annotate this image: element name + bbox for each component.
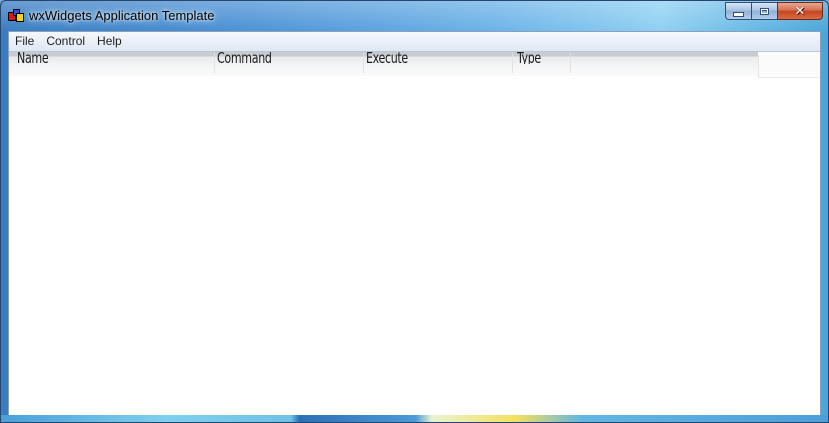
menu-file[interactable]: File (9, 32, 40, 51)
list-view[interactable]: Name Command Execute Type (9, 52, 820, 415)
column-header-name[interactable]: Name (17, 52, 207, 64)
column-header-type[interactable]: Type (517, 52, 569, 64)
column-header-name-label: Name (17, 52, 49, 64)
close-button[interactable]: ✕ (777, 2, 823, 20)
minimize-icon (733, 11, 744, 17)
list-header: Name Command Execute Type (9, 52, 758, 76)
app-icon-yellow-square (16, 13, 24, 22)
column-header-command-label: Command (217, 52, 272, 64)
column-header-execute[interactable]: Execute (366, 52, 506, 64)
minimize-button[interactable] (725, 2, 751, 20)
maximize-icon (760, 7, 769, 15)
client-area: File Control Help Name Command Execute T… (8, 31, 821, 415)
wxwidgets-app-icon[interactable] (8, 8, 24, 22)
maximize-button[interactable] (751, 2, 777, 20)
column-header-command[interactable]: Command (217, 52, 357, 64)
menu-bar: File Control Help (9, 32, 820, 52)
list-header-filler (758, 55, 820, 78)
title-bar[interactable]: wxWidgets Application Template ✕ (1, 1, 828, 31)
menu-help[interactable]: Help (91, 32, 128, 51)
column-divider[interactable] (363, 53, 364, 73)
column-header-execute-label: Execute (366, 52, 408, 64)
window-title: wxWidgets Application Template (29, 8, 215, 23)
column-divider[interactable] (570, 53, 571, 73)
application-window: wxWidgets Application Template ✕ File Co… (0, 0, 829, 423)
column-divider[interactable] (214, 53, 215, 73)
column-divider[interactable] (512, 53, 513, 73)
menu-control[interactable]: Control (40, 32, 91, 51)
caption-buttons: ✕ (725, 2, 823, 21)
taskbar-glow (1, 415, 828, 422)
close-icon: ✕ (794, 3, 806, 19)
column-header-type-label: Type (517, 52, 541, 64)
